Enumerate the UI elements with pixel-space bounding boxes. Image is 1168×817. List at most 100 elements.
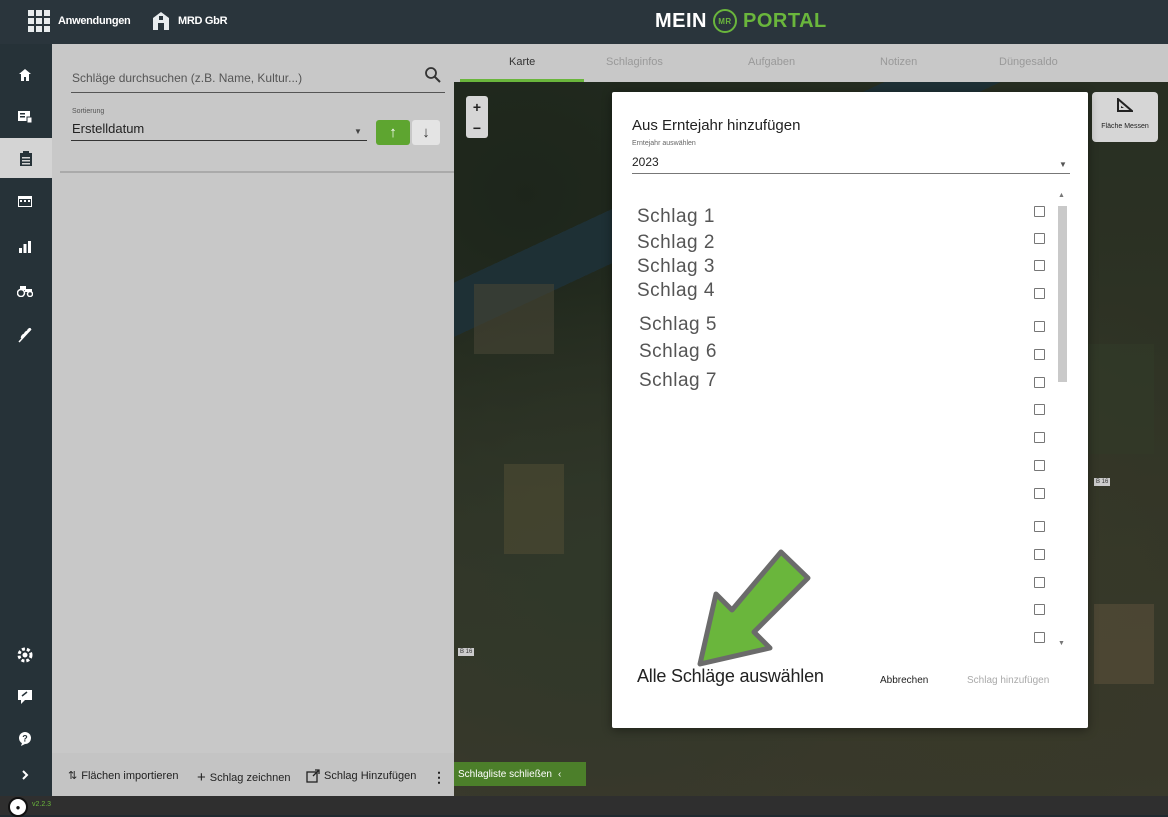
import-fields-button[interactable]: ⇅ Flächen importieren [68,769,179,783]
tab-bar: Karte Schlaginfos Aufgaben Notizen Dünge… [454,44,1168,82]
scroll-thumb[interactable] [1058,206,1067,382]
calendar-icon[interactable] [14,190,36,212]
import-label: Flächen importieren [81,769,179,782]
list-item: Schlag 7 [639,370,717,391]
tab-duengesaldo[interactable]: Düngesaldo [999,56,1058,68]
external-link-icon [306,769,320,783]
chevron-down-icon[interactable]: ▼ [1059,160,1067,169]
active-tab-indicator [460,79,584,82]
field-checkbox[interactable] [1034,604,1045,615]
plus-icon: + [197,769,206,786]
zoom-out-button[interactable]: − [466,117,488,138]
farm-icon[interactable] [152,11,170,31]
search-icon[interactable] [424,66,442,84]
add-from-harvest-year-dialog: Aus Erntejahr hinzufügen Erntejahr auswä… [612,92,1088,728]
apps-label[interactable]: Anwendungen [58,15,131,27]
dialog-title: Aus Erntejahr hinzufügen [632,117,801,134]
chevron-down-icon[interactable]: ▼ [354,127,362,136]
import-icon: ⇅ [68,770,78,782]
list-item: Schlag 3 [637,256,715,277]
field-checkbox[interactable] [1034,404,1045,415]
sort-descending-button[interactable]: ↓ [412,120,440,145]
scrollbar[interactable]: ▲ ▼ [1056,192,1068,652]
list-item: Schlag 6 [639,341,717,362]
sort-ascending-button[interactable]: ↑ [376,120,410,145]
close-list-label: Schlagliste schließen [458,768,552,780]
wheat-icon[interactable] [14,324,36,346]
help-icon[interactable]: ? [14,728,36,750]
sort-label: Sortierung [72,108,105,115]
add-field-confirm-button[interactable]: Schlag hinzufügen [967,675,1049,686]
list-item: Schlag 5 [639,314,717,335]
brand-right: PORTAL [743,9,827,32]
expand-icon[interactable] [14,764,36,786]
scroll-up-icon[interactable]: ▲ [1058,192,1065,199]
field-checkbox[interactable] [1034,577,1045,588]
sort-select[interactable]: Erstelldatum [72,121,144,136]
top-bar: Anwendungen MRD GbR MEIN MR PORTAL [0,0,1168,44]
harvest-year-underline [632,173,1070,174]
add-label: Schlag Hinzufügen [324,770,417,782]
clipboard-icon[interactable] [0,138,52,178]
field-checkbox[interactable] [1034,460,1045,471]
field-checkbox[interactable] [1034,206,1045,217]
draw-label: Schlag zeichnen [209,771,291,784]
panel-actions-bar: ⇅ Flächen importieren + Schlag zeichnen … [52,753,454,796]
field-checkbox[interactable] [1034,521,1045,532]
draw-field-button[interactable]: + Schlag zeichnen [197,769,291,786]
tractor-icon[interactable] [14,280,36,302]
measure-label: Fläche Messen [1101,123,1149,130]
sort-underline [71,140,367,141]
brand-logo: MEIN MR PORTAL [655,9,827,33]
field-checkbox[interactable] [1034,549,1045,560]
measure-area-button[interactable]: Fläche Messen [1092,92,1158,142]
field-checkbox[interactable] [1034,632,1045,643]
scroll-down-icon[interactable]: ▼ [1058,640,1065,647]
more-vert-icon[interactable]: ⋮ [432,769,446,786]
home-icon[interactable] [14,64,36,86]
harvest-year-select[interactable]: 2023 [632,155,659,169]
search-underline [71,92,445,93]
svg-text:?: ? [22,734,28,744]
list-item: Schlag 1 [637,206,715,227]
road-label: B 16 [458,648,475,656]
tab-notizen[interactable]: Notizen [880,56,917,68]
field-list-panel: Schläge durchsuchen (z.B. Name, Kultur..… [52,44,454,796]
harvest-year-label: Erntejahr auswählen [632,140,696,147]
field-checkbox[interactable] [1034,260,1045,271]
divider [60,171,454,173]
field-checkbox[interactable] [1034,233,1045,244]
sidebar: ? [0,44,52,796]
bar-chart-icon[interactable] [14,236,36,258]
annotation-arrow-icon [697,549,811,667]
brand-left: MEIN [655,9,707,32]
apps-grid-icon[interactable] [28,10,50,32]
field-checkbox[interactable] [1034,288,1045,299]
road-label: B 16 [1094,478,1111,486]
search-input[interactable]: Schläge durchsuchen (z.B. Name, Kultur..… [72,71,302,85]
status-bar: ● v2.2.3 [0,796,1168,817]
cancel-button[interactable]: Abbrechen [880,675,928,686]
field-checkbox[interactable] [1034,349,1045,360]
tab-karte[interactable]: Karte [509,56,535,68]
add-field-button[interactable]: Schlag Hinzufügen [306,769,416,783]
tab-schlaginfos[interactable]: Schlaginfos [606,56,663,68]
field-checkbox[interactable] [1034,488,1045,499]
field-checkbox[interactable] [1034,377,1045,388]
zoom-control: + − [466,96,488,138]
version-label: v2.2.3 [32,801,52,808]
ruler-icon [1092,96,1158,117]
field-checkbox[interactable] [1034,432,1045,443]
field-checkbox[interactable] [1034,321,1045,332]
cookie-icon[interactable]: ● [8,797,28,817]
list-item: Schlag 4 [637,280,715,301]
close-field-list-button[interactable]: Schlagliste schließen ‹ [454,762,586,786]
tab-aufgaben[interactable]: Aufgaben [748,56,795,68]
settings-icon[interactable] [14,644,36,666]
mr-logo-icon: MR [713,9,737,33]
map-list-icon[interactable] [14,106,36,128]
organization-label[interactable]: MRD GbR [178,15,228,27]
zoom-in-button[interactable]: + [466,96,488,117]
feedback-icon[interactable] [14,686,36,708]
list-item: Schlag 2 [637,232,715,253]
